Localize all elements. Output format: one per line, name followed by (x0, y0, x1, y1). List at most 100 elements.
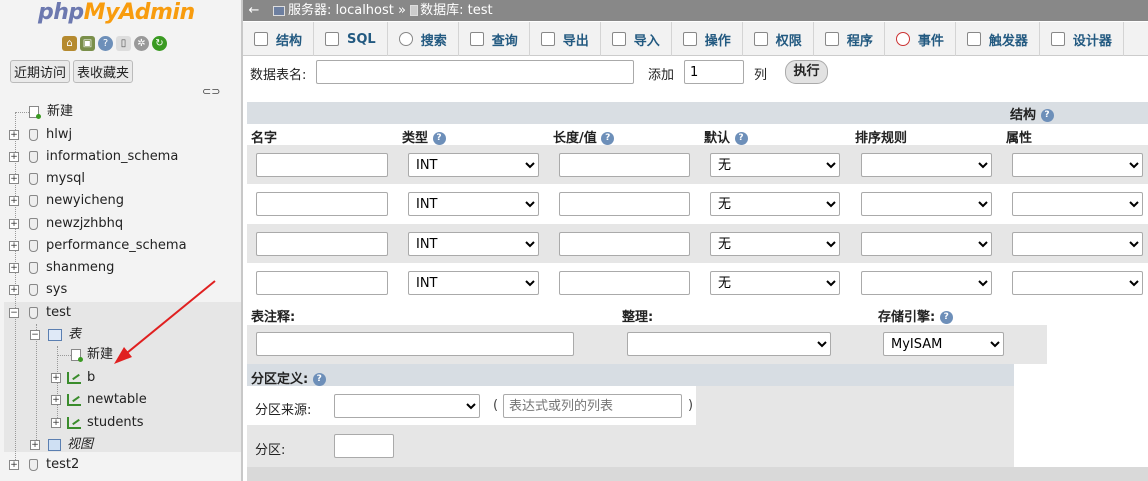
column-attributes-select[interactable] (1012, 192, 1143, 216)
tree-db-newzjzhbhq[interactable]: + newzjzhbhq (9, 213, 123, 235)
column-type-select[interactable]: INT (408, 192, 539, 216)
expand-icon[interactable]: + (9, 196, 19, 206)
reload-icon[interactable]: ↻ (152, 36, 167, 51)
column-name-input[interactable] (256, 271, 388, 295)
tree-tables-group[interactable]: − 表 (30, 324, 81, 346)
expand-icon[interactable]: + (9, 241, 19, 251)
column-length-input[interactable] (559, 192, 690, 216)
nav-divider[interactable] (241, 0, 243, 481)
expand-icon[interactable]: + (9, 152, 19, 162)
tab-operations[interactable]: 操作 (672, 22, 743, 56)
recent-tab[interactable]: 近期访问 (10, 60, 71, 83)
expand-icon[interactable]: + (9, 130, 19, 140)
tree-table-students[interactable]: + students (51, 412, 143, 434)
tab-routines[interactable]: 程序 (814, 22, 885, 56)
tab-import[interactable]: 导入 (601, 22, 672, 56)
help-icon[interactable]: ? (98, 36, 113, 51)
column-attributes-select[interactable] (1012, 153, 1143, 177)
expand-icon[interactable]: + (9, 263, 19, 273)
tab-triggers[interactable]: 触发器 (956, 22, 1040, 56)
column-default-select[interactable]: 无 (710, 232, 840, 256)
table-collation-select[interactable] (627, 332, 831, 356)
partition-source-select[interactable] (334, 394, 480, 418)
tree-db-shanmeng[interactable]: + shanmeng (9, 257, 114, 279)
docs-icon[interactable]: ▯ (116, 36, 131, 51)
column-length-input[interactable] (559, 153, 690, 177)
expand-icon[interactable]: + (51, 418, 61, 428)
expand-icon[interactable]: + (51, 373, 61, 383)
tree-new-database[interactable]: 新建 (15, 101, 73, 123)
storage-engine-select[interactable]: MyISAM (883, 332, 1004, 356)
column-type-select[interactable]: INT (408, 271, 539, 295)
table-comment-input[interactable] (256, 332, 574, 356)
new-database-label: 新建 (47, 104, 74, 119)
column-name-input[interactable] (256, 153, 388, 177)
column-name-input[interactable] (256, 232, 388, 256)
help-icon[interactable]: ? (312, 373, 326, 386)
column-default-select[interactable]: 无 (710, 192, 840, 216)
link-with-main-icon[interactable]: ⊂⊃ (202, 85, 220, 98)
tab-privileges[interactable]: 权限 (743, 22, 814, 56)
go-button[interactable]: 执行 (785, 60, 828, 84)
tree-db-information-schema[interactable]: + information_schema (9, 146, 178, 168)
help-icon[interactable]: ? (601, 132, 615, 145)
column-default-select[interactable]: 无 (710, 153, 840, 177)
table-name-input[interactable] (316, 60, 634, 84)
collapse-icon[interactable]: − (9, 308, 19, 318)
home-icon[interactable]: ⌂ (62, 36, 77, 51)
column-type-select[interactable]: INT (408, 232, 539, 256)
tree-db-sys[interactable]: + sys (9, 279, 67, 301)
tree-db-mysql[interactable]: + mysql (9, 168, 85, 190)
breadcrumb-server[interactable]: 服务器: localhost (288, 3, 394, 18)
collapse-icon[interactable]: − (30, 330, 40, 340)
logout-icon[interactable]: ▣ (80, 36, 95, 51)
column-collation-select[interactable] (861, 232, 992, 256)
column-collation-select[interactable] (861, 153, 992, 177)
back-arrow-icon[interactable]: ← (245, 0, 263, 21)
tree-db-test2[interactable]: + test2 (9, 454, 79, 476)
column-length-input[interactable] (559, 232, 690, 256)
tab-events[interactable]: 事件 (885, 22, 956, 56)
column-type-select[interactable]: INT (408, 153, 539, 177)
search-icon (398, 32, 413, 46)
settings-icon[interactable]: ✲ (134, 36, 149, 51)
tab-query[interactable]: 查询 (459, 22, 530, 56)
help-icon[interactable]: ? (734, 132, 748, 145)
tab-designer[interactable]: 设计器 (1040, 22, 1124, 56)
column-collation-select[interactable] (861, 271, 992, 295)
tree-table-b[interactable]: + b (51, 367, 95, 389)
column-attributes-select[interactable] (1012, 271, 1143, 295)
tab-label: 结构 (276, 33, 303, 49)
favorites-tab[interactable]: 表收藏夹 (73, 60, 134, 83)
database-icon (29, 173, 38, 185)
column-collation-select[interactable] (861, 192, 992, 216)
column-default-select[interactable]: 无 (710, 271, 840, 295)
tree-db-newyicheng[interactable]: + newyicheng (9, 190, 124, 212)
column-length-input[interactable] (559, 271, 690, 295)
tree-db-performance-schema[interactable]: + performance_schema (9, 235, 187, 257)
tree-views-group[interactable]: + 视图 (30, 434, 93, 456)
expand-icon[interactable]: + (9, 460, 19, 470)
help-icon[interactable]: ? (1040, 109, 1054, 122)
expand-icon[interactable]: + (30, 440, 40, 450)
column-attributes-select[interactable] (1012, 232, 1143, 256)
help-icon[interactable]: ? (939, 311, 953, 324)
expand-icon[interactable]: + (51, 395, 61, 405)
tab-sql[interactable]: SQL (314, 22, 388, 56)
help-icon[interactable]: ? (432, 132, 446, 145)
tree-table-newtable[interactable]: + newtable (51, 389, 147, 411)
expand-icon[interactable]: + (9, 174, 19, 184)
tree-db-test[interactable]: − test (9, 302, 71, 324)
tab-export[interactable]: 导出 (530, 22, 601, 56)
column-name-input[interactable] (256, 192, 388, 216)
phpmyadmin-logo[interactable]: phpMyAdmin (38, 0, 195, 25)
partition-expression-input[interactable] (503, 394, 682, 418)
tree-db-hlwj[interactable]: + hlwj (9, 124, 72, 146)
expand-icon[interactable]: + (9, 285, 19, 295)
tab-structure[interactable]: 结构 (243, 22, 315, 56)
breadcrumb-database[interactable]: 数据库: test (420, 3, 492, 18)
tab-search[interactable]: 搜索 (388, 22, 459, 56)
partition-count-input[interactable] (334, 434, 394, 458)
add-columns-count[interactable] (684, 60, 744, 84)
expand-icon[interactable]: + (9, 219, 19, 229)
